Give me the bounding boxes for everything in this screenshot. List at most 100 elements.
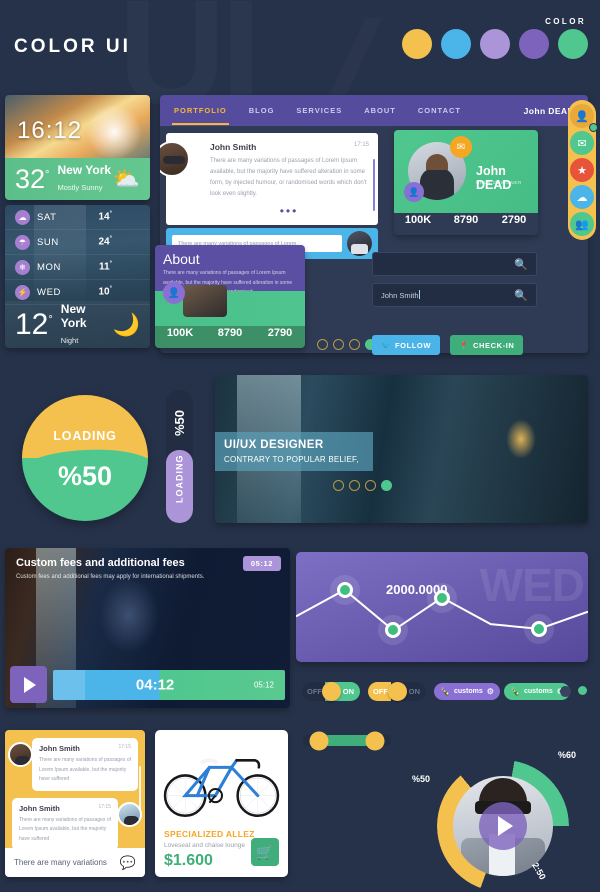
product-name: SPECIALIZED ALLEZ <box>164 829 255 839</box>
moon-stars-icon: 🌙 <box>112 311 140 337</box>
chart-point[interactable] <box>336 581 353 598</box>
forecast-row: ☁ SAT 14° <box>5 205 150 230</box>
product-card[interactable]: SPECIALIZED ALLEZ Loveseat and chaise lo… <box>155 730 288 877</box>
cloud-icon[interactable]: ☁ <box>570 185 594 209</box>
loading-label: LOADING <box>53 429 117 443</box>
search-bar-empty[interactable]: 🔍 <box>372 252 537 276</box>
degree-symbol: ° <box>48 313 53 326</box>
loading-vertical-bar: %50 LOADING <box>166 390 193 523</box>
customs-tag-purple[interactable]: 🍾 customs ⚙ <box>434 683 500 700</box>
play-icon <box>24 676 36 693</box>
swatch-purple[interactable] <box>519 29 549 59</box>
gear-icon[interactable]: ⚙ <box>487 687 494 696</box>
comment-card: John Smith 17:15 There are many variatio… <box>160 133 378 225</box>
follow-button[interactable]: 🐦 FOLLOW <box>372 335 441 355</box>
avatar <box>8 742 33 767</box>
product-description: Loveseat and chaise lounge <box>164 842 245 849</box>
stat-value: 2790 <box>267 327 293 339</box>
swatch-yellow[interactable] <box>402 29 432 59</box>
stat-following: 100K FOLLOWING <box>394 213 442 235</box>
chart-point[interactable] <box>385 622 402 639</box>
toggle-switch-off[interactable]: OFF ON <box>368 682 426 701</box>
nav-portfolio[interactable]: PORTFOLIO <box>172 106 229 125</box>
swatch-lilac[interactable] <box>480 29 510 59</box>
toggle-knob[interactable] <box>388 682 407 701</box>
weather-card-night[interactable]: ☁ SAT 14° ☂ SUN 24° ❄ MON 11° ⚡ WED 10° … <box>5 205 150 348</box>
pagination-dot[interactable] <box>317 339 328 350</box>
swatch-green[interactable] <box>558 29 588 59</box>
storm-icon: ⚡ <box>15 284 30 300</box>
profile-name: John DEAD <box>476 164 512 192</box>
navbar-username[interactable]: John DEAD <box>524 106 574 116</box>
star-icon[interactable]: ★ <box>570 158 594 182</box>
chart-point[interactable] <box>531 620 548 637</box>
mail-icon[interactable]: ✉ <box>570 131 594 155</box>
play-icon <box>498 816 513 836</box>
chat-bubble-icon[interactable]: 💬 <box>120 855 136 871</box>
chat-messages: John Smith 17:15 There are many variatio… <box>5 730 145 850</box>
status-dot-inactive[interactable] <box>560 686 571 697</box>
chat-author: John Smith <box>19 803 60 813</box>
nav-about[interactable]: ABOUT <box>364 106 396 115</box>
pagination-dot[interactable] <box>333 480 344 491</box>
chart-point[interactable] <box>434 589 450 606</box>
loading-percent: %50 <box>57 461 113 491</box>
user-icon[interactable]: 👤 <box>404 182 424 202</box>
comment-text: There are many variations of passages of… <box>210 158 367 198</box>
checkin-button[interactable]: 📍 CHECK-IN <box>450 335 524 355</box>
stat-photos: 8790 PHOTOS <box>442 213 490 235</box>
portfolio-navbar: PORTFOLIO BLOG SERVICES ABOUT CONTACT Jo… <box>160 95 588 126</box>
play-button[interactable] <box>10 666 47 703</box>
bottle-icon: 🍾 <box>510 687 520 696</box>
pagination-dot[interactable] <box>365 480 376 491</box>
stat-value: 100K <box>166 327 194 339</box>
slider-handle-right[interactable] <box>365 731 385 750</box>
about-heading: About <box>163 251 200 267</box>
toggle-switch-on[interactable]: OFF ON <box>302 682 360 701</box>
profile-header: ✉ 👤 John DEAD UI/UX DESIGNER <box>394 130 538 213</box>
search-input[interactable]: John Smith <box>381 290 514 300</box>
profile-stats: 100K FOLLOWING 8790 PHOTOS 2790 LIKES <box>394 213 538 235</box>
nav-contact[interactable]: CONTACT <box>418 106 461 115</box>
stat-likes: 2790 LIKES <box>255 326 305 348</box>
nav-blog[interactable]: BLOG <box>249 106 275 115</box>
toggle-knob[interactable] <box>322 682 341 701</box>
pagination-dot[interactable] <box>333 339 344 350</box>
forecast-day: SAT <box>37 211 57 223</box>
hero-pagination-dots[interactable] <box>333 480 392 491</box>
search-icon[interactable]: 🔍 <box>514 258 528 271</box>
swatch-cyan[interactable] <box>441 29 471 59</box>
weather-night-summary: 12° New York Night 🌙 <box>5 301 150 348</box>
product-price: $1.600 <box>164 852 213 869</box>
progress-bar[interactable]: 04:12 05:12 <box>53 669 285 700</box>
weather-card-sunny[interactable]: 16:12 32° New York Mostly Sunny ⛅ <box>5 95 150 200</box>
stat-value: 100K <box>404 214 432 226</box>
slider-handle-left[interactable] <box>309 731 329 750</box>
cart-icon[interactable]: 🛒 <box>251 838 279 866</box>
chart-svg <box>296 588 588 632</box>
status-dot-active[interactable] <box>578 686 587 695</box>
user-icon[interactable]: 👤 <box>163 282 185 304</box>
pagination-dot-active[interactable] <box>381 480 392 491</box>
pagination-dot[interactable] <box>349 339 360 350</box>
nav-services[interactable]: SERVICES <box>296 106 342 115</box>
contacts-icon[interactable]: 👥 <box>570 212 594 236</box>
scrollbar[interactable] <box>139 766 141 810</box>
page-title: COLOR UI <box>14 36 131 57</box>
pagination-dot[interactable] <box>349 480 360 491</box>
chat-input-bar[interactable]: There are many variations 💬 <box>5 848 145 877</box>
range-slider[interactable] <box>303 731 391 750</box>
comment-more-icon[interactable]: ••• <box>210 204 368 218</box>
chat-input[interactable]: There are many variations <box>14 858 107 867</box>
mail-icon[interactable]: ✉ <box>450 136 472 158</box>
search-icon[interactable]: 🔍 <box>514 289 528 302</box>
play-button[interactable] <box>479 802 527 850</box>
profile-role: UI/UX DESIGNER <box>476 180 522 185</box>
hero-text-band: UI/UX DESIGNER CONTRARY TO POPULAR BELIE… <box>215 432 373 471</box>
forecast-row: ☂ SUN 24° <box>5 230 150 255</box>
pagination-dots[interactable] <box>317 339 376 350</box>
sun-cloud-icon: ⛅ <box>112 166 140 191</box>
scrollbar[interactable] <box>373 159 375 211</box>
search-bar-filled[interactable]: John Smith 🔍 <box>372 283 537 307</box>
chat-time: 17:15 <box>118 744 131 750</box>
